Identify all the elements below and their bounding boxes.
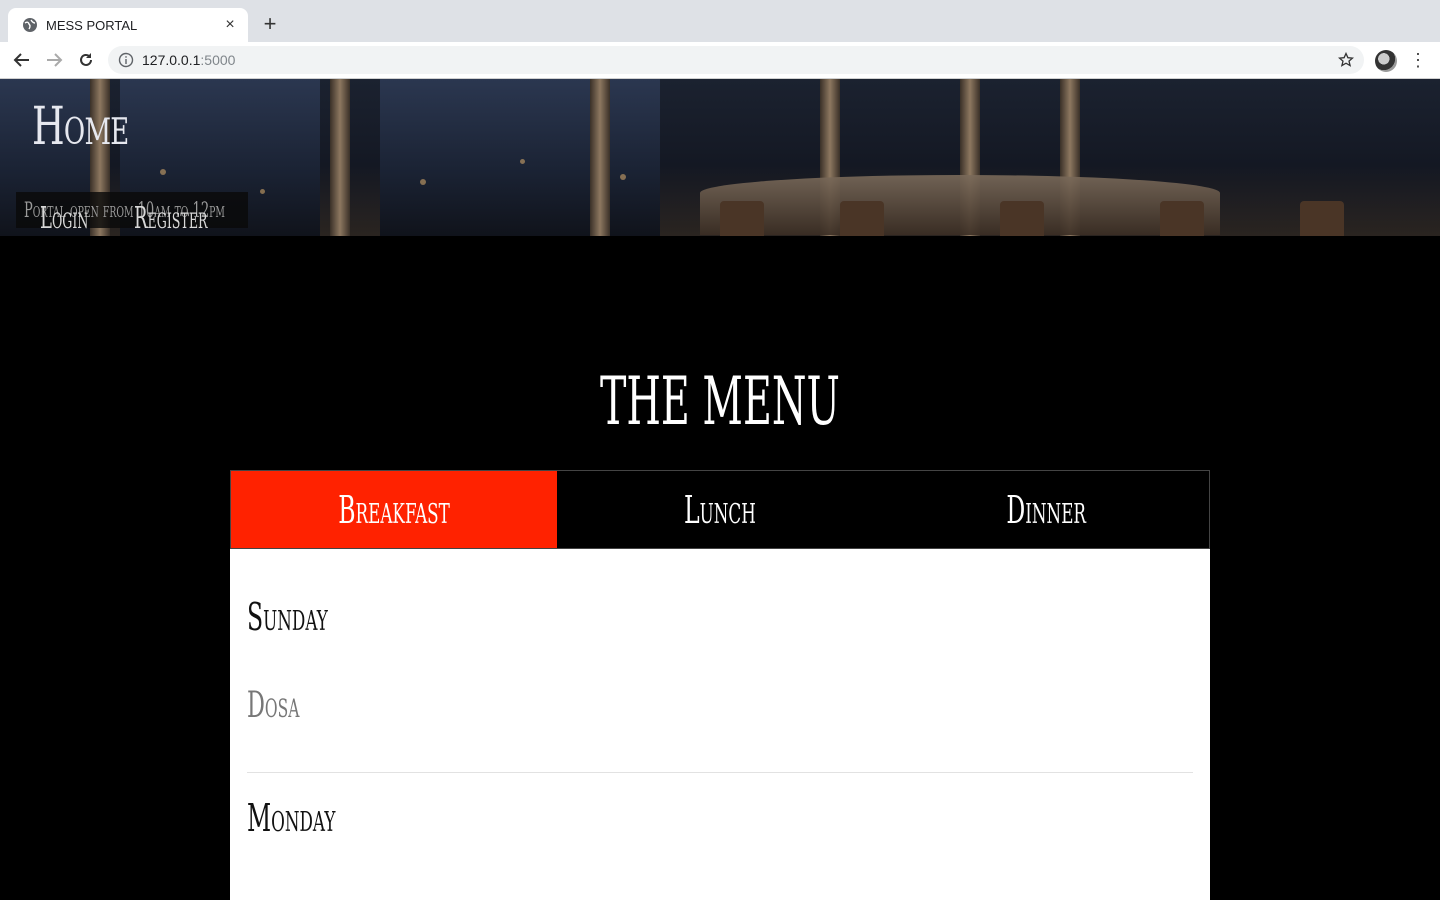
menu-heading: THE MENU bbox=[0, 363, 1440, 440]
bookmark-star-button[interactable] bbox=[1334, 48, 1358, 72]
info-icon[interactable] bbox=[118, 52, 134, 68]
close-tab-icon[interactable]: × bbox=[222, 16, 238, 34]
back-button[interactable] bbox=[10, 48, 34, 72]
city-light bbox=[520, 159, 525, 164]
register-link[interactable]: Register bbox=[134, 201, 208, 236]
url-port: :5000 bbox=[200, 52, 236, 68]
dish-item-text: Dosa bbox=[247, 685, 300, 726]
day-heading-text: Sunday bbox=[247, 595, 328, 639]
chair bbox=[1160, 201, 1204, 236]
star-icon bbox=[1338, 52, 1354, 67]
chair bbox=[1300, 201, 1344, 236]
day-heading: Monday bbox=[247, 796, 390, 840]
meal-tabs: Breakfast Lunch Dinner bbox=[230, 470, 1210, 549]
url-host: 127.0.0.1 bbox=[142, 52, 201, 68]
divider bbox=[247, 772, 1193, 773]
pillar bbox=[590, 79, 610, 236]
menu-heading-text: THE MENU bbox=[600, 363, 840, 441]
tab-dinner-label: Dinner bbox=[1006, 487, 1086, 532]
arrow-left-icon bbox=[13, 53, 29, 67]
tab-dinner[interactable]: Dinner bbox=[883, 471, 1209, 548]
tab-lunch[interactable]: Lunch bbox=[557, 471, 883, 548]
new-tab-button[interactable]: + bbox=[258, 10, 282, 38]
tab-lunch-label: Lunch bbox=[684, 487, 756, 532]
auth-links: Login Register bbox=[40, 201, 208, 236]
tab-title: MESS PORTAL bbox=[46, 17, 138, 33]
menu-panel: Sunday Dosa Monday bbox=[230, 549, 1210, 900]
address-bar[interactable]: 127.0.0.1:5000 bbox=[108, 46, 1364, 74]
chair bbox=[1000, 201, 1044, 236]
browser-toolbar: 127.0.0.1:5000 ⋮ bbox=[0, 42, 1440, 79]
chair bbox=[720, 201, 764, 236]
reload-button[interactable] bbox=[74, 48, 98, 72]
browser-tab[interactable]: MESS PORTAL × bbox=[8, 8, 248, 42]
pillar bbox=[330, 79, 350, 236]
day-heading: Sunday bbox=[247, 595, 377, 639]
globe-icon bbox=[23, 18, 37, 32]
window-view bbox=[380, 79, 660, 236]
browser-tabstrip: MESS PORTAL × + bbox=[0, 0, 1440, 42]
browser-menu-icon[interactable]: ⋮ bbox=[1408, 48, 1428, 72]
city-light bbox=[620, 174, 626, 180]
profile-avatar[interactable] bbox=[1375, 50, 1397, 72]
tab-breakfast[interactable]: Breakfast bbox=[231, 471, 557, 548]
reload-icon bbox=[80, 53, 92, 66]
page: Home Portal open from 10am to 12pm Login… bbox=[0, 79, 1440, 900]
chair bbox=[840, 201, 884, 236]
dish-item: Dosa bbox=[247, 685, 332, 726]
day-heading-text: Monday bbox=[247, 796, 336, 840]
city-light bbox=[160, 169, 166, 175]
city-light bbox=[260, 189, 265, 194]
hero-banner: Home Portal open from 10am to 12pm Login… bbox=[0, 79, 1440, 236]
forward-button[interactable] bbox=[42, 48, 66, 72]
arrow-right-icon bbox=[47, 53, 63, 67]
url-text: 127.0.0.1:5000 bbox=[142, 52, 235, 68]
page-title: Home bbox=[32, 97, 129, 157]
tab-breakfast-label: Breakfast bbox=[338, 487, 450, 532]
city-light bbox=[420, 179, 426, 185]
login-link[interactable]: Login bbox=[40, 201, 88, 236]
bar-counter bbox=[700, 175, 1220, 235]
